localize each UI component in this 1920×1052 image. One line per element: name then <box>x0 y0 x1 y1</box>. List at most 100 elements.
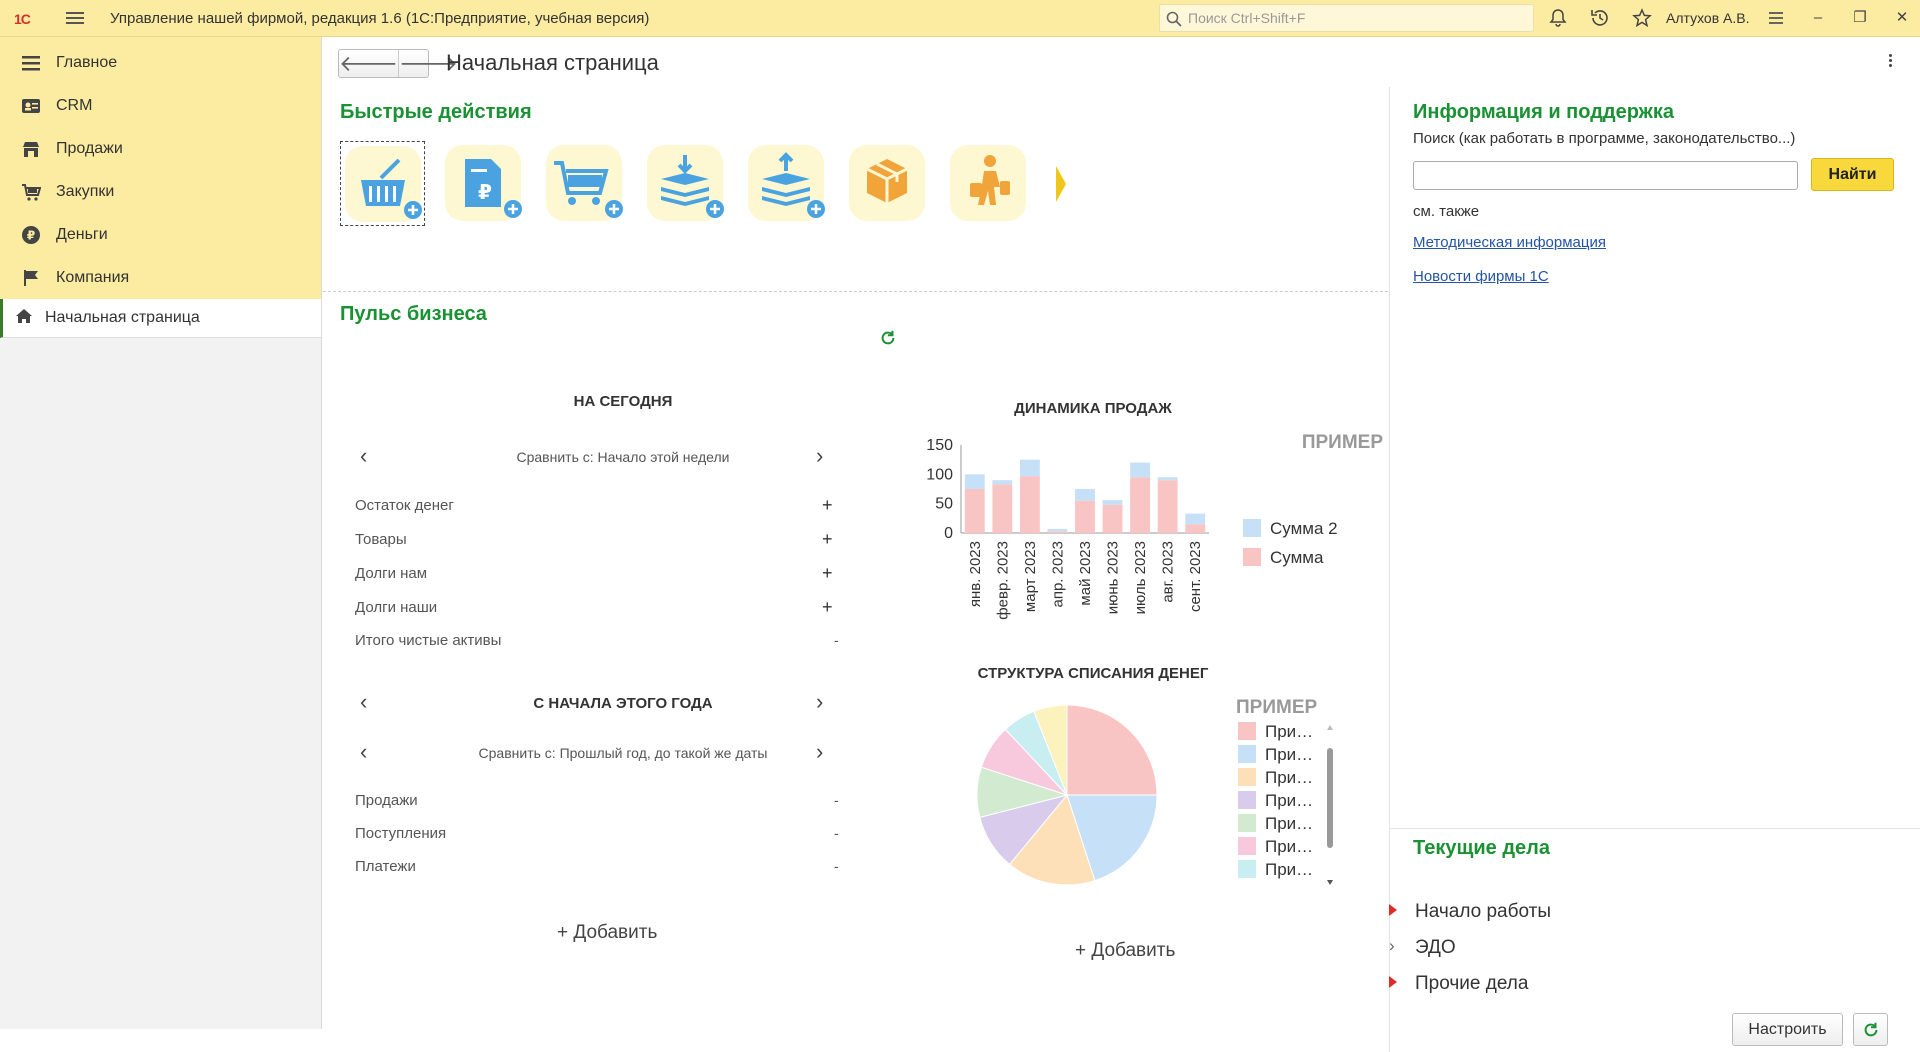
cash-payment-icon <box>762 152 825 218</box>
legend-label: При… <box>1265 791 1313 810</box>
main-area: 🡐 🡒 Начальная страница Быстрые действия … <box>323 37 1920 1052</box>
next-compare-button[interactable]: › <box>816 741 823 763</box>
history-icon[interactable] <box>1590 8 1610 28</box>
info-search-input[interactable] <box>1413 161 1798 190</box>
cash-receipt-icon <box>661 155 724 218</box>
x-tick-label: сент. 2023 <box>1187 541 1204 612</box>
prev-period-button[interactable]: ‹ <box>360 445 367 467</box>
x-tick-label: февр. 2023 <box>994 541 1011 620</box>
pie-slice <box>1066 704 1158 796</box>
legend-swatch <box>1243 548 1261 566</box>
quick-action-new-purchase[interactable] <box>542 141 627 226</box>
star-icon[interactable] <box>1632 8 1652 28</box>
task-other[interactable]: Прочие дела <box>1389 973 1528 995</box>
minimize-icon[interactable]: – <box>1808 8 1828 28</box>
today-compare[interactable]: Сравнить с: Начало этой недели <box>413 449 833 465</box>
restore-icon[interactable]: ❐ <box>1850 8 1870 28</box>
legend-label: Сумма 2 <box>1270 519 1338 538</box>
user-name[interactable]: Алтухов А.В. <box>1666 10 1750 26</box>
expand-goods[interactable]: + <box>822 529 833 550</box>
configure-button[interactable]: Настроить <box>1732 1013 1843 1046</box>
bell-icon[interactable] <box>1548 8 1568 28</box>
svg-text:₽: ₽ <box>478 180 492 204</box>
chevron-right-icon: › <box>1389 936 1395 955</box>
scroll-right-icon[interactable] <box>1054 164 1068 204</box>
x-tick-label: янв. 2023 <box>967 541 984 607</box>
quick-action-business-trip[interactable] <box>946 141 1031 226</box>
prev-year-button[interactable]: ‹ <box>360 691 367 713</box>
add-widget-left[interactable]: + Добавить <box>557 922 657 944</box>
row-sales: Продажи <box>355 792 418 809</box>
ytd-compare[interactable]: Сравнить с: Прошлый год, до такой же дат… <box>413 745 833 761</box>
news-1c-link[interactable]: Новости фирмы 1С <box>1413 268 1549 285</box>
expense-chart-title: СТРУКТУРА СПИСАНИЯ ДЕНЕГ <box>977 665 1209 682</box>
value-receipts: - <box>834 825 839 841</box>
quick-action-new-invoice[interactable]: ₽ <box>441 141 526 226</box>
bar-summa2 <box>1102 500 1123 505</box>
expand-receivables[interactable]: + <box>822 563 833 584</box>
scroll-down-icon <box>1327 880 1333 885</box>
next-period-button[interactable]: › <box>816 445 823 467</box>
bar-summa <box>1047 531 1068 533</box>
legend-swatch <box>1238 791 1256 809</box>
info-search-label: Поиск (как работать в программе, законод… <box>1413 130 1796 147</box>
expand-payables[interactable]: + <box>822 597 833 618</box>
x-tick-label: май 2023 <box>1077 541 1094 606</box>
x-tick-label: июль 2023 <box>1132 541 1149 614</box>
close-icon[interactable]: ✕ <box>1892 8 1912 28</box>
methodical-info-link[interactable]: Методическая информация <box>1413 234 1606 251</box>
refresh-icon[interactable] <box>879 329 897 347</box>
task-edo[interactable]: › ЭДО <box>1389 936 1456 959</box>
main-menu-icon[interactable] <box>66 9 84 27</box>
sidebar-item-sales[interactable]: Продажи <box>0 127 321 170</box>
row-payables: Долги наши <box>355 599 438 616</box>
quick-action-cash-payment[interactable] <box>744 141 829 226</box>
y-tick-label: 0 <box>944 525 953 542</box>
sidebar-item-crm[interactable]: CRM <box>0 84 321 127</box>
svg-text:₽: ₽ <box>27 228 35 242</box>
more-actions-icon[interactable] <box>1889 54 1893 69</box>
sidebar-item-purchases[interactable]: Закупки <box>0 170 321 213</box>
bar-summa <box>1019 476 1040 533</box>
expand-cash-balance[interactable]: + <box>822 495 833 516</box>
legend-label: При… <box>1265 814 1313 833</box>
quick-action-new-sale[interactable] <box>340 141 425 226</box>
red-triangle-icon <box>1389 976 1397 988</box>
add-widget-right[interactable]: + Добавить <box>1075 940 1175 962</box>
y-tick-label: 150 <box>926 437 953 454</box>
row-receivables: Долги нам <box>355 565 428 582</box>
find-button[interactable]: Найти <box>1811 158 1894 191</box>
quick-actions-title: Быстрые действия <box>340 101 532 123</box>
red-triangle-icon <box>1389 904 1397 916</box>
value-sales: - <box>834 792 839 808</box>
new-purchase-icon <box>554 161 623 218</box>
sales-chart-title: ДИНАМИКА ПРОДАЖ <box>1014 400 1172 417</box>
bar-summa2 <box>1047 528 1068 532</box>
sidebar-item-main[interactable]: Главное <box>0 41 321 84</box>
tasks-refresh-button[interactable] <box>1853 1013 1888 1046</box>
new-sale-icon <box>361 158 422 219</box>
bar-summa2 <box>1075 489 1095 501</box>
y-tick-label: 50 <box>935 496 953 513</box>
task-getting-started[interactable]: Начало работы <box>1389 901 1551 923</box>
flag-icon <box>20 268 42 288</box>
sidebar-item-home[interactable]: Начальная страница <box>0 299 321 338</box>
expense-pie-chart: ПРИМЕР При… При… При… При… При… При… При… <box>976 697 1333 886</box>
sidebar-item-company[interactable]: Компания <box>0 256 321 299</box>
quick-action-cash-receipt[interactable] <box>643 141 728 226</box>
sidebar-item-money[interactable]: ₽ Деньги <box>0 213 321 256</box>
settings-lines-icon[interactable] <box>1766 8 1786 28</box>
quick-action-goods[interactable] <box>845 141 930 226</box>
search-icon <box>1166 11 1182 27</box>
new-invoice-icon: ₽ <box>465 159 522 218</box>
global-search-input[interactable]: Поиск Ctrl+Shift+F <box>1159 4 1534 32</box>
prev-compare-button[interactable]: ‹ <box>360 741 367 763</box>
x-tick-label: авг. 2023 <box>1160 541 1177 603</box>
back-button[interactable]: 🡐 <box>339 50 399 77</box>
pulse-title: Пульс бизнеса <box>340 303 487 325</box>
next-year-button[interactable]: › <box>816 691 823 713</box>
x-tick-label: март 2023 <box>1022 541 1039 612</box>
ytd-title: С НАЧАЛА ЭТОГО ГОДА <box>533 695 713 712</box>
cart-icon <box>20 182 42 202</box>
legend-label: При… <box>1265 837 1313 856</box>
